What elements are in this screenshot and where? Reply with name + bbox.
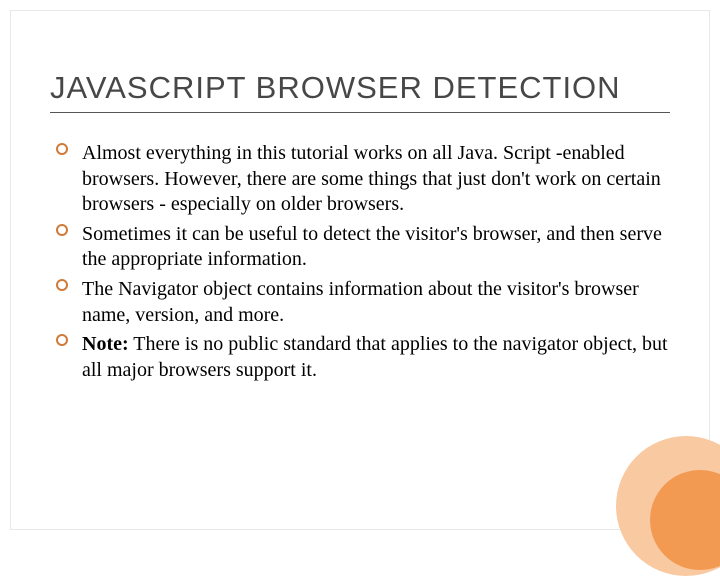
bullet-text: Almost everything in this tutorial works… <box>82 142 661 215</box>
list-item: Note: There is no public standard that a… <box>56 332 670 383</box>
list-item: Almost everything in this tutorial works… <box>56 141 670 218</box>
bullet-icon <box>56 143 68 155</box>
list-item: The Navigator object contains informatio… <box>56 277 670 328</box>
bullet-icon <box>56 334 68 346</box>
note-label: Note: <box>82 333 129 355</box>
title-underline <box>50 112 670 113</box>
bullet-text: The Navigator object contains informatio… <box>82 278 639 326</box>
slide-container: JAVASCRIPT BROWSER DETECTION Almost ever… <box>10 10 710 530</box>
list-item: Sometimes it can be useful to detect the… <box>56 222 670 273</box>
bullet-text: Sometimes it can be useful to detect the… <box>82 223 662 271</box>
bullet-text: There is no public standard that applies… <box>82 333 668 381</box>
bullet-icon <box>56 279 68 291</box>
bullet-icon <box>56 224 68 236</box>
slide-title: JAVASCRIPT BROWSER DETECTION <box>50 70 670 106</box>
bullet-list: Almost everything in this tutorial works… <box>50 141 670 383</box>
